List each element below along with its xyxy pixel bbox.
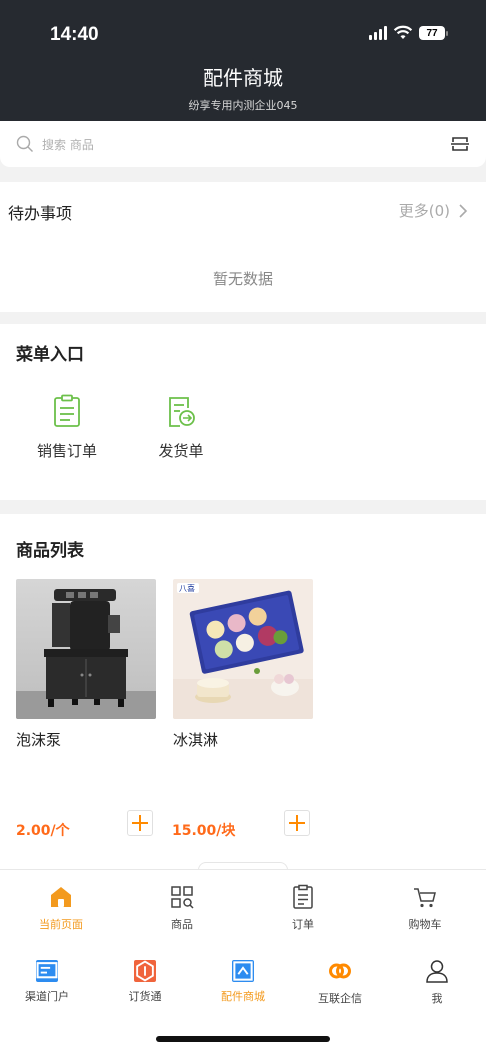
grid-search-icon (171, 886, 194, 909)
tab-cart[interactable]: 购物车 (375, 884, 475, 932)
tab-label: 商品 (171, 918, 193, 931)
chevron-right-icon (459, 203, 468, 218)
cellular-signal-icon (369, 26, 387, 40)
product-list-title: 商品列表 (16, 541, 84, 561)
tab-label: 当前页面 (39, 918, 83, 931)
channel-portal-icon (36, 960, 58, 982)
tab-products[interactable]: 商品 (132, 884, 232, 932)
tab-label: 订单 (292, 918, 314, 931)
ordering-icon (134, 960, 156, 982)
battery-level: 77 (419, 26, 445, 40)
app-ordering[interactable]: 订货通 (95, 958, 195, 1004)
todo-more-label: 更多(0) (398, 202, 450, 220)
search-icon (16, 135, 33, 152)
parts-mall-icon (232, 960, 254, 982)
home-indicator[interactable] (156, 1036, 330, 1042)
svg-text:八喜: 八喜 (179, 583, 195, 593)
app-label: 我 (431, 992, 443, 1005)
app-label: 渠道门户 (25, 990, 69, 1003)
add-to-cart-button[interactable] (284, 810, 310, 836)
plus-icon (132, 815, 148, 831)
page-title: 配件商城 (203, 66, 283, 90)
order-doc-icon (293, 884, 313, 909)
status-time: 14:40 (50, 24, 99, 45)
menu-item-delivery[interactable]: 发货单 (131, 394, 231, 461)
menu-section: 菜单入口 销售订单 发货单 (0, 324, 486, 500)
todo-empty-text: 暂无数据 (212, 270, 273, 288)
tab-current-page[interactable]: 当前页面 (11, 884, 111, 932)
wifi-icon (393, 25, 413, 39)
clipboard-list-icon (54, 394, 80, 427)
search-bar[interactable]: 搜索 商品 (0, 121, 486, 167)
product-card-foam-pump[interactable]: 泡沫泵 (16, 579, 156, 750)
todo-section: 待办事项 更多(0) 暂无数据 (0, 182, 486, 312)
person-icon (426, 960, 448, 983)
ice-cream-box-image[interactable]: 八喜 (173, 579, 313, 719)
todo-more-link[interactable]: 更多(0) (399, 200, 468, 221)
app-channel-portal[interactable]: 渠道门户 (0, 958, 97, 1004)
link-rings-icon (329, 963, 351, 979)
menu-item-sales-order[interactable]: 销售订单 (17, 394, 117, 461)
product-name: 泡沫泵 (16, 731, 62, 749)
product-card-ice-cream[interactable]: 八喜 冰淇淋 (173, 579, 313, 750)
status-icons: 77 (369, 25, 448, 41)
todo-title: 待办事项 (8, 204, 73, 223)
add-to-cart-button[interactable] (127, 810, 153, 836)
home-icon (51, 887, 71, 907)
app-parts-mall[interactable]: 配件商城 (193, 958, 293, 1004)
bottom-tab-bar: 当前页面 商品 订单 购物车 渠道门户 订货通 配件商城 互联企信 我 (0, 869, 486, 1054)
app-header: 14:40 77 配件商城 纷享专用内测企业045 (0, 0, 486, 121)
app-label: 互联企信 (318, 992, 362, 1005)
product-price: 2.00/个 (16, 823, 70, 839)
product-name: 冰淇淋 (173, 731, 219, 749)
menu-title: 菜单入口 (16, 345, 84, 365)
company-name: 纷享专用内测企业045 (188, 99, 298, 112)
tab-orders[interactable]: 订单 (253, 884, 353, 932)
menu-item-label: 销售订单 (36, 442, 97, 460)
app-label: 订货通 (128, 990, 162, 1003)
app-me[interactable]: 我 (387, 958, 486, 1006)
battery-icon: 77 (419, 26, 448, 40)
menu-item-label: 发货单 (158, 442, 204, 460)
scan-icon[interactable] (450, 134, 470, 154)
plus-icon (289, 815, 305, 831)
app-label: 配件商城 (221, 990, 265, 1003)
app-link-messaging[interactable]: 互联企信 (290, 958, 390, 1006)
product-price: 15.00/块 (172, 823, 236, 839)
tab-label: 购物车 (408, 918, 442, 931)
search-input[interactable]: 搜索 商品 (42, 136, 450, 153)
delivery-doc-icon (169, 397, 195, 427)
product-list-section: 商品列表 泡沫泵 八喜 冰淇淋 2.00/个 15.00/块 (0, 514, 486, 874)
foam-pump-machine-image[interactable] (16, 579, 156, 719)
cart-icon (414, 888, 436, 908)
